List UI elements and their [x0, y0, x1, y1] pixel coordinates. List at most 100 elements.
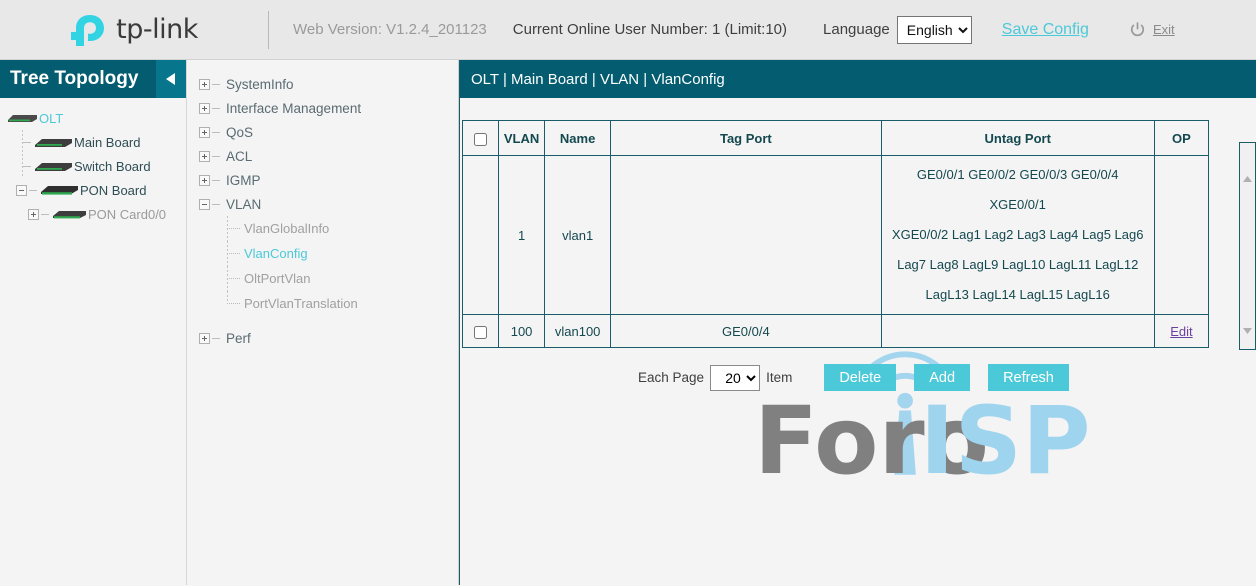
brand-name: tp-link — [116, 14, 198, 45]
device-icon — [33, 160, 73, 173]
language-select[interactable]: English — [897, 16, 972, 44]
tp-link-logo-icon — [70, 13, 110, 47]
cell-name: vlan100 — [545, 315, 611, 348]
chevron-left-icon — [165, 72, 177, 86]
nav-item-vlan[interactable]: VLAN — [187, 192, 458, 216]
expand-toggle-icon[interactable] — [199, 333, 210, 344]
collapse-toggle-icon[interactable] — [16, 185, 27, 196]
header-name: Name — [545, 121, 611, 156]
cell-tag-port — [611, 156, 881, 315]
row-checkbox[interactable] — [474, 326, 487, 339]
delete-button[interactable]: Delete — [824, 364, 896, 391]
edit-link[interactable]: Edit — [1170, 324, 1192, 339]
nav-item-label: VLAN — [226, 197, 261, 212]
tree-item-switch-board[interactable]: Switch Board — [6, 154, 186, 178]
nav-subitem-vlanglobalinfo[interactable]: VlanGlobalInfo — [187, 216, 458, 241]
device-icon — [39, 183, 79, 197]
header-tag-port: Tag Port — [611, 121, 881, 156]
tree-item-label: Switch Board — [74, 159, 151, 174]
online-user-text: Current Online User Number: 1 (Limit:10) — [513, 21, 787, 38]
collapse-panel-button[interactable] — [156, 60, 186, 98]
tree-item-label: Main Board — [74, 135, 140, 150]
app-body: Tree Topology OLT — [0, 60, 1256, 585]
select-all-header — [463, 121, 499, 156]
expand-toggle-icon[interactable] — [199, 151, 210, 162]
nav-item-qos[interactable]: QoS — [187, 120, 458, 144]
nav-subitem-vlanconfig[interactable]: VlanConfig — [187, 241, 458, 266]
table-row: 1 vlan1 GE0/0/1 GE0/0/2 GE0/0/3 GE0/0/4 … — [463, 156, 1209, 315]
cell-vlan: 1 — [499, 156, 545, 315]
table-header-row: VLAN Name Tag Port Untag Port OP — [463, 121, 1209, 156]
refresh-button[interactable]: Refresh — [988, 364, 1069, 391]
nav-item-perf[interactable]: Perf — [187, 326, 458, 350]
row-checkbox-cell — [463, 315, 499, 348]
tree-topology-panel: Tree Topology OLT — [0, 60, 187, 585]
header-divider — [268, 11, 269, 49]
nav-menu: SystemInfo Interface Management QoS ACL … — [187, 60, 459, 585]
chevron-down-icon — [1243, 328, 1252, 334]
table-scrollbar[interactable] — [1239, 142, 1256, 350]
brand-logo: tp-link — [0, 0, 268, 59]
watermark-text-left: Foro — [754, 387, 989, 487]
nav-subitem-oltportvlan[interactable]: OltPortVlan — [187, 266, 458, 291]
nav-item-label: ACL — [226, 149, 252, 164]
expand-toggle-icon[interactable] — [199, 79, 210, 90]
exit-label: Exit — [1153, 22, 1175, 37]
breadcrumb-text: OLT | Main Board | VLAN | VlanConfig — [471, 71, 725, 88]
expand-toggle-icon[interactable] — [199, 127, 210, 138]
page-size-select[interactable]: 20 — [710, 365, 760, 391]
untag-line: XGE0/0/2 Lag1 Lag2 Lag3 Lag4 Lag5 Lag6 — [888, 220, 1148, 250]
breadcrumb: OLT | Main Board | VLAN | VlanConfig — [460, 60, 1256, 98]
select-all-checkbox[interactable] — [474, 133, 487, 146]
cell-vlan: 100 — [499, 315, 545, 348]
exit-button[interactable]: Exit — [1129, 21, 1175, 38]
nav-item-label: QoS — [226, 125, 253, 140]
untag-line: Lag7 Lag8 LagL9 LagL10 LagL11 LagL12 — [888, 250, 1148, 280]
cell-tag-port: GE0/0/4 — [611, 315, 881, 348]
nav-item-label: Perf — [226, 331, 251, 346]
tree-item-main-board[interactable]: Main Board — [6, 130, 186, 154]
item-label: Item — [766, 370, 792, 385]
nav-item-igmp[interactable]: IGMP — [187, 168, 458, 192]
nav-subitem-label: OltPortVlan — [244, 271, 310, 286]
language-label: Language — [823, 21, 890, 38]
tree-topology-body: OLT Main Board Switc — [0, 98, 186, 226]
scroll-down-button[interactable] — [1240, 322, 1255, 339]
nav-subitem-portvlantranslation[interactable]: PortVlanTranslation — [187, 291, 458, 316]
scroll-up-button[interactable] — [1240, 170, 1255, 187]
tree-item-olt[interactable]: OLT — [6, 106, 186, 130]
each-page-label: Each Page — [638, 370, 704, 385]
cell-op — [1154, 156, 1208, 315]
vlan-table-area: VLAN Name Tag Port Untag Port OP 1 vlan1 — [460, 120, 1256, 348]
web-version-text: Web Version: V1.2.4_201123 — [293, 21, 487, 38]
tree-topology-header: Tree Topology — [0, 60, 186, 98]
tree-item-pon-card[interactable]: PON Card0/0 — [6, 202, 186, 226]
cell-untag-port — [881, 315, 1154, 348]
nav-item-acl[interactable]: ACL — [187, 144, 458, 168]
nav-item-label: IGMP — [226, 173, 261, 188]
device-icon — [6, 112, 38, 124]
cell-op: Edit — [1154, 315, 1208, 348]
nav-item-systeminfo[interactable]: SystemInfo — [187, 72, 458, 96]
watermark-text-right: ISP — [920, 387, 1091, 487]
expand-toggle-icon[interactable] — [199, 175, 210, 186]
device-icon — [51, 208, 87, 221]
save-config-link[interactable]: Save Config — [1002, 21, 1089, 39]
nav-subitem-label: PortVlanTranslation — [244, 296, 358, 311]
tree-item-label: OLT — [39, 111, 63, 126]
nav-item-label: SystemInfo — [226, 77, 294, 92]
expand-toggle-icon[interactable] — [28, 209, 39, 220]
cell-untag-port: GE0/0/1 GE0/0/2 GE0/0/3 GE0/0/4 XGE0/0/1… — [881, 156, 1154, 315]
header-op: OP — [1154, 121, 1208, 156]
table-controls: Each Page 20 Item Delete Add Refresh — [460, 364, 1256, 391]
nav-subitem-label: VlanConfig — [244, 246, 308, 261]
vlan-table: VLAN Name Tag Port Untag Port OP 1 vlan1 — [462, 120, 1209, 348]
tree-item-pon-board[interactable]: PON Board — [6, 178, 186, 202]
expand-toggle-icon[interactable] — [199, 103, 210, 114]
nav-item-interface-management[interactable]: Interface Management — [187, 96, 458, 120]
nav-subitem-label: VlanGlobalInfo — [244, 221, 329, 236]
tree-item-label: PON Card0/0 — [88, 207, 166, 222]
collapse-toggle-icon[interactable] — [199, 199, 210, 210]
untag-line: LagL13 LagL14 LagL15 LagL16 — [888, 280, 1148, 310]
add-button[interactable]: Add — [914, 364, 970, 391]
